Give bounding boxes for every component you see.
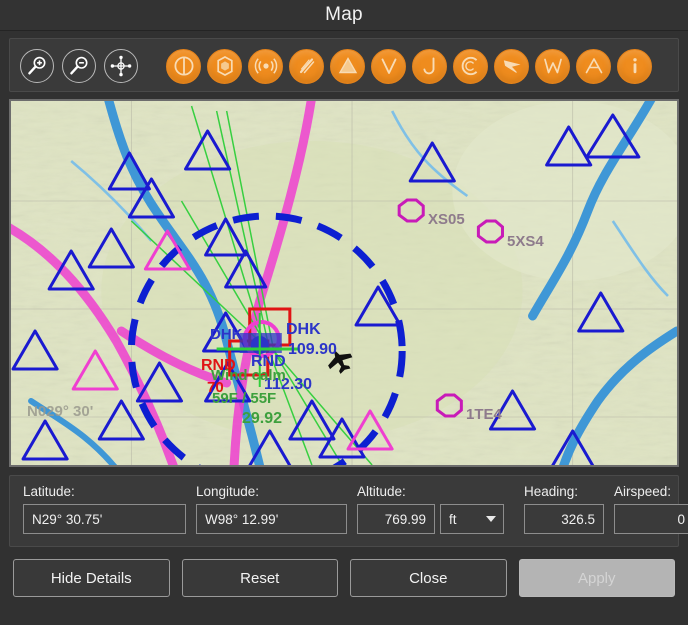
airspeed-field: Airspeed: — [614, 484, 688, 534]
longitude-input[interactable] — [196, 504, 347, 534]
center-map-button[interactable] — [104, 49, 138, 83]
layer-button-group — [166, 48, 652, 84]
altitude-field: Altitude: ft — [357, 484, 504, 534]
latitude-field: Latitude: — [23, 484, 186, 534]
map-toolbar — [9, 38, 679, 92]
navigation-button-group — [20, 49, 138, 83]
center-crosshair-icon — [110, 55, 132, 77]
runway-layer-button[interactable] — [289, 48, 324, 84]
runway-icon — [299, 58, 314, 74]
altitude-unit-select[interactable]: ft — [440, 504, 504, 534]
dialog-button-bar: Hide Details Reset Close Apply — [0, 547, 688, 597]
zoom-out-button[interactable] — [62, 49, 96, 83]
obstacle-triangle-icon — [338, 57, 357, 74]
details-panel: Latitude: Longitude: Altitude: ft Headin… — [9, 475, 688, 547]
airspeed-label: Airspeed: — [614, 484, 672, 499]
map-graphics — [11, 101, 677, 465]
zoom-in-icon — [28, 56, 46, 75]
altitude-input[interactable] — [357, 504, 435, 534]
apply-button: Apply — [518, 559, 675, 597]
jetroute-layer-button[interactable] — [412, 48, 447, 84]
close-button[interactable]: Close — [350, 559, 507, 597]
airspeed-input[interactable] — [614, 504, 688, 534]
altitude-label: Altitude: — [357, 484, 406, 499]
hide-details-button[interactable]: Hide Details — [13, 559, 170, 597]
heading-input[interactable] — [524, 504, 604, 534]
longitude-label: Longitude: — [196, 484, 260, 499]
wind-icon — [503, 60, 520, 73]
heading-field: Heading: — [524, 484, 604, 534]
cloud-layer-button[interactable] — [453, 48, 488, 84]
latitude-label: Latitude: — [23, 484, 75, 499]
chevron-down-icon — [486, 516, 496, 522]
wind-layer-button[interactable] — [494, 48, 529, 84]
title-bar: Map — [0, 0, 688, 31]
vor-layer-button[interactable] — [371, 48, 406, 84]
window-title: Map — [325, 4, 363, 25]
altitude-unit-value: ft — [449, 511, 457, 527]
airway-icon — [585, 58, 602, 74]
heading-label: Heading: — [524, 484, 579, 499]
vor-icon — [381, 58, 396, 74]
waypoint-icon — [543, 58, 562, 74]
obstacle-layer-button[interactable] — [330, 48, 365, 84]
latitude-input[interactable] — [23, 504, 186, 534]
longitude-field: Longitude: — [196, 484, 347, 534]
airspace-layer-button[interactable] — [207, 48, 242, 84]
airport-layer-button[interactable] — [166, 48, 201, 84]
info-layer-button[interactable] — [617, 48, 652, 84]
info-icon — [632, 58, 637, 74]
radar-layer-button[interactable] — [248, 48, 283, 84]
jetway-icon — [422, 57, 434, 75]
radar-icon — [254, 58, 277, 74]
airspace-icon — [216, 56, 233, 76]
zoom-in-button[interactable] — [20, 49, 54, 83]
waypoint-layer-button[interactable] — [535, 48, 570, 84]
cloud-icon — [461, 56, 477, 76]
map-dialog: Map N029° 30' XS05 5XS4 1TE4 DHK 109.90 … — [0, 0, 688, 625]
reset-button[interactable]: Reset — [181, 559, 338, 597]
zoom-out-icon — [70, 56, 88, 75]
map-canvas[interactable]: N029° 30' W098° 15' XS05 5XS4 1TE4 TE86 … — [9, 99, 679, 467]
altitude-input-group: ft — [357, 504, 504, 534]
airway-layer-button[interactable] — [576, 48, 611, 84]
airport-icon — [173, 56, 194, 76]
